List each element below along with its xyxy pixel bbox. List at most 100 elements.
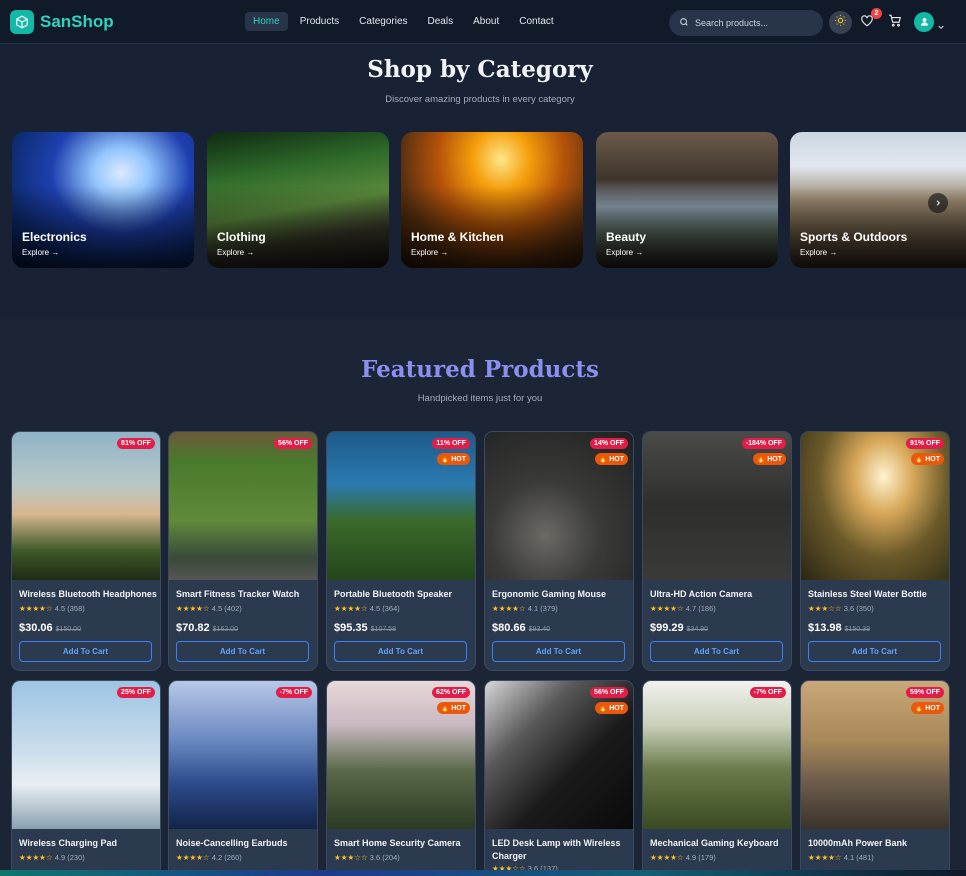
product-rating: ★★★★☆ 4.5 (358) <box>19 604 85 613</box>
carousel-next-button[interactable] <box>928 193 948 213</box>
product-card[interactable]: 11% OFF 🔥 HOT Portable Bluetooth Speaker ★★… <box>326 431 476 671</box>
rating-text: 4.7 (186) <box>685 604 716 613</box>
product-image <box>643 681 791 829</box>
sun-icon <box>834 14 847 32</box>
discount-badge: 25% OFF <box>117 687 155 698</box>
add-to-cart-button[interactable]: Add To Cart <box>808 641 941 662</box>
product-image <box>12 681 160 829</box>
product-name[interactable]: 10000mAh Power Bank <box>808 837 946 850</box>
category-card-electronics[interactable]: Electronics Explore → <box>12 132 194 268</box>
current-price: $80.66 <box>492 622 526 634</box>
add-to-cart-button[interactable]: Add To Cart <box>19 641 152 662</box>
category-name: Clothing <box>217 230 266 244</box>
product-name[interactable]: Stainless Steel Water Bottle <box>808 588 946 601</box>
explore-link[interactable]: Explore → <box>800 248 837 257</box>
add-to-cart-button[interactable]: Add To Cart <box>334 641 467 662</box>
theme-toggle-button[interactable] <box>829 11 852 34</box>
brand-logo[interactable]: SanShop <box>10 10 114 34</box>
user-icon <box>920 13 929 31</box>
nav-link-contact[interactable]: Contact <box>511 12 561 31</box>
product-card[interactable]: -7% OFF Mechanical Gaming Keyboard ★★★★☆ 4… <box>642 680 792 876</box>
discount-badge: 59% OFF <box>906 687 944 698</box>
taskbar-strip <box>0 870 966 876</box>
product-card[interactable]: 56% OFF 🔥 HOT LED Desk Lamp with Wireless … <box>484 680 634 876</box>
product-name[interactable]: Ultra-HD Action Camera <box>650 588 788 601</box>
explore-link[interactable]: Explore → <box>22 248 59 257</box>
original-price: $150.39 <box>844 626 870 633</box>
category-card-clothing[interactable]: Clothing Explore → <box>207 132 389 268</box>
brand-name: SanShop <box>40 12 114 31</box>
add-to-cart-button[interactable]: Add To Cart <box>492 641 625 662</box>
rating-stars-icon: ★★★★☆ <box>492 604 526 613</box>
product-card[interactable]: 62% OFF 🔥 HOT Smart Home Security Camera ★★… <box>326 680 476 876</box>
product-rating: ★★★★☆ 4.2 (260) <box>176 853 242 862</box>
search-icon <box>679 14 689 32</box>
product-image <box>12 432 160 580</box>
product-card[interactable]: 14% OFF 🔥 HOT Ergonomic Gaming Mouse ★★★★☆ … <box>484 431 634 671</box>
product-rating: ★★★★☆ 4.9 (230) <box>19 853 85 862</box>
product-name[interactable]: Wireless Bluetooth Headphones <box>19 588 157 601</box>
cart-icon[interactable] <box>888 14 902 32</box>
original-price: $150.00 <box>55 626 81 633</box>
search-input[interactable] <box>695 18 815 28</box>
product-name[interactable]: Portable Bluetooth Speaker <box>334 588 472 601</box>
original-price: $107.58 <box>370 626 396 633</box>
hot-badge: 🔥 HOT <box>910 453 944 465</box>
category-section-title: Shop by Category <box>367 56 593 83</box>
original-price: $93.40 <box>528 626 551 633</box>
product-name[interactable]: Noise-Cancelling Earbuds <box>176 837 314 850</box>
product-card[interactable]: 25% OFF Wireless Charging Pad ★★★★☆ 4.9 (2… <box>11 680 161 876</box>
product-card[interactable]: 81% OFF Wireless Bluetooth Headphones ★★★★… <box>11 431 161 671</box>
product-rating: ★★★☆☆ 3.6 (204) <box>334 853 400 862</box>
product-card[interactable]: 59% OFF 🔥 HOT 10000mAh Power Bank ★★★★☆ 4.1… <box>800 680 950 876</box>
product-price: $70.82 $162.00 <box>176 622 238 634</box>
product-name[interactable]: Smart Home Security Camera <box>334 837 472 850</box>
explore-link[interactable]: Explore → <box>606 248 643 257</box>
product-price: $13.98 $150.39 <box>808 622 870 634</box>
nav-link-about[interactable]: About <box>465 12 507 31</box>
nav-link-home[interactable]: Home <box>245 12 288 31</box>
hot-badge: 🔥 HOT <box>752 453 786 465</box>
product-card[interactable]: 56% OFF Smart Fitness Tracker Watch ★★★★☆ … <box>168 431 318 671</box>
category-section-subtitle: Discover amazing products in every categ… <box>385 94 575 105</box>
rating-text: 4.2 (260) <box>211 853 242 862</box>
add-to-cart-button[interactable]: Add To Cart <box>176 641 309 662</box>
product-name[interactable]: Mechanical Gaming Keyboard <box>650 837 788 850</box>
cube-icon <box>10 10 34 34</box>
current-price: $70.82 <box>176 622 210 634</box>
product-name[interactable]: Ergonomic Gaming Mouse <box>492 588 630 601</box>
product-name[interactable]: LED Desk Lamp with Wireless Charger <box>492 837 630 863</box>
current-price: $99.29 <box>650 622 684 634</box>
product-card[interactable]: -7% OFF Noise-Cancelling Earbuds ★★★★☆ 4.2… <box>168 680 318 876</box>
rating-text: 4.1 (379) <box>527 604 558 613</box>
main-menu: Home Products Categories Deals About Con… <box>245 12 562 31</box>
hot-badge: 🔥 HOT <box>436 453 470 465</box>
product-rating: ★★★☆☆ 3.6 (350) <box>808 604 874 613</box>
rating-text: 3.6 (204) <box>369 853 400 862</box>
rating-stars-icon: ★★★★☆ <box>176 853 210 862</box>
product-rating: ★★★★☆ 4.1 (481) <box>808 853 874 862</box>
rating-text: 4.1 (481) <box>843 853 874 862</box>
rating-text: 3.6 (350) <box>843 604 874 613</box>
add-to-cart-button[interactable]: Add To Cart <box>650 641 783 662</box>
original-price: $162.00 <box>212 626 238 633</box>
product-card[interactable]: 91% OFF 🔥 HOT Stainless Steel Water Bottle… <box>800 431 950 671</box>
product-name[interactable]: Wireless Charging Pad <box>19 837 157 850</box>
product-price: $80.66 $93.40 <box>492 622 550 634</box>
category-card-home-kitchen[interactable]: Home & Kitchen Explore → <box>401 132 583 268</box>
chevron-down-icon[interactable] <box>937 18 945 36</box>
product-name[interactable]: Smart Fitness Tracker Watch <box>176 588 314 601</box>
product-price: $30.06 $150.00 <box>19 622 81 634</box>
category-card-beauty[interactable]: Beauty Explore → <box>596 132 778 268</box>
explore-link[interactable]: Explore → <box>411 248 448 257</box>
nav-link-deals[interactable]: Deals <box>420 12 462 31</box>
product-rating: ★★★★☆ 4.9 (179) <box>650 853 716 862</box>
user-avatar[interactable] <box>914 12 934 32</box>
category-name: Sports & Outdoors <box>800 230 908 244</box>
explore-link[interactable]: Explore → <box>217 248 254 257</box>
nav-link-products[interactable]: Products <box>292 12 347 31</box>
rating-text: 4.9 (179) <box>685 853 716 862</box>
product-card[interactable]: -184% OFF 🔥 HOT Ultra-HD Action Camera ★★★★… <box>642 431 792 671</box>
nav-link-categories[interactable]: Categories <box>351 12 415 31</box>
product-rating: ★★★★☆ 4.7 (186) <box>650 604 716 613</box>
